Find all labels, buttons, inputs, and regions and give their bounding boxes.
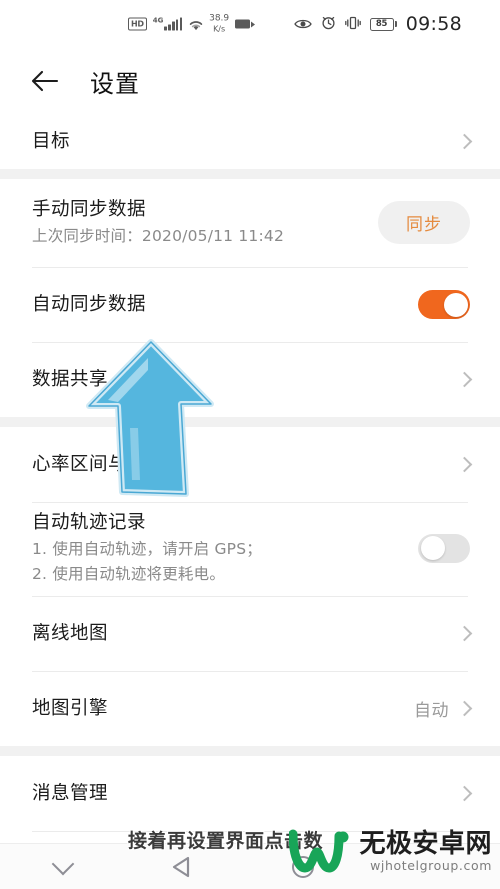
row-subtitle-line-2: 2. 使用自动轨迹将更耗电。 xyxy=(32,565,226,583)
data-rate-indicator: 38.9 K/s xyxy=(209,13,230,34)
settings-group-tracking: 心率区间与警告 自动轨迹记录 1. 使用自动轨迹，请开启 GPS； 2. 使用自… xyxy=(0,427,500,746)
chevron-down-icon[interactable] xyxy=(28,844,98,889)
watermark-url: wjhotelgroup.com xyxy=(370,858,492,874)
row-right xyxy=(456,625,473,642)
settings-row-offline-map[interactable]: 离线地图 xyxy=(0,596,500,671)
battery-icon: 85 xyxy=(369,17,397,31)
row-title: 数据共享 xyxy=(32,368,109,390)
back-arrow-icon[interactable] xyxy=(30,66,60,96)
row-title: 消息管理 xyxy=(32,782,109,804)
row-right xyxy=(418,290,470,319)
row-main: 自动同步数据 xyxy=(32,292,418,318)
sync-button[interactable]: 同步 xyxy=(378,200,470,244)
chevron-right-icon xyxy=(456,625,473,642)
row-main: 目标 xyxy=(32,129,459,155)
row-main: 自动轨迹记录 1. 使用自动轨迹，请开启 GPS； 2. 使用自动轨迹将更耗电。 xyxy=(32,510,418,586)
group-separator xyxy=(0,746,500,756)
row-value: 自动 xyxy=(414,701,449,721)
wifi-icon xyxy=(188,18,203,30)
row-right: 同步 xyxy=(378,200,470,244)
chevron-right-icon xyxy=(456,456,473,473)
app-header: 设置 xyxy=(0,48,500,114)
row-subtitle: 上次同步时间：2020/05/11 11:42 xyxy=(32,226,285,245)
chevron-right-icon xyxy=(456,371,473,388)
data-rate-value: 38.9 xyxy=(209,13,230,24)
status-bar: HD 4G 38.9 K/s 85 09:58 xyxy=(0,0,500,48)
chevron-right-icon xyxy=(456,133,473,150)
status-bar-right: 85 09:58 xyxy=(293,13,462,35)
settings-group-sync: 手动同步数据 上次同步时间：2020/05/11 11:42 同步 自动同步数据… xyxy=(0,179,500,417)
settings-row-auto-sync[interactable]: 自动同步数据 xyxy=(0,267,500,342)
site-watermark: 无极安卓网 wjhotelgroup.com xyxy=(288,826,492,878)
row-main: 心率区间与警告 xyxy=(32,452,459,478)
settings-row-map-engine[interactable]: 地图引擎 自动 xyxy=(0,671,500,746)
data-rate-unit: K/s xyxy=(213,24,226,33)
auto-sync-toggle[interactable] xyxy=(418,290,470,319)
group-separator xyxy=(0,169,500,179)
alarm-clock-icon xyxy=(321,15,336,34)
row-right xyxy=(456,456,473,473)
row-main: 离线地图 xyxy=(32,621,459,647)
settings-group-goal: 目标 xyxy=(0,114,500,169)
phone-screen: HD 4G 38.9 K/s 85 09:58 设置 目标 手动同步数据 上次同… xyxy=(0,0,500,889)
row-title: 地图引擎 xyxy=(32,697,109,719)
row-main: 消息管理 xyxy=(32,781,459,807)
row-main: 数据共享 xyxy=(32,367,459,393)
battery-tip xyxy=(394,21,397,27)
row-title: 目标 xyxy=(32,130,71,152)
watermark-title: 无极安卓网 xyxy=(359,829,492,860)
settings-row-goal[interactable]: 目标 xyxy=(0,114,500,169)
row-right xyxy=(456,785,473,802)
settings-row-auto-track[interactable]: 自动轨迹记录 1. 使用自动轨迹，请开启 GPS； 2. 使用自动轨迹将更耗电。 xyxy=(0,502,500,596)
settings-row-data-share[interactable]: 数据共享 xyxy=(0,342,500,417)
hd-icon: HD xyxy=(128,17,147,31)
vibrate-icon xyxy=(344,15,361,34)
group-separator xyxy=(0,417,500,427)
toggle-knob xyxy=(443,292,468,317)
w-logo-icon xyxy=(288,826,351,878)
eye-icon xyxy=(293,15,312,34)
row-right xyxy=(418,533,470,563)
page-title: 设置 xyxy=(90,69,140,98)
settings-list: 目标 手动同步数据 上次同步时间：2020/05/11 11:42 同步 自动同… xyxy=(0,114,500,889)
chevron-right-icon xyxy=(456,785,473,802)
battery-level-label: 85 xyxy=(369,17,394,31)
chevron-down-glyph xyxy=(51,852,75,875)
row-right: 自动 xyxy=(414,696,473,721)
auto-track-toggle[interactable] xyxy=(418,533,470,563)
row-main: 地图引擎 xyxy=(32,696,414,722)
camera-record-icon xyxy=(235,19,255,29)
toggle-knob xyxy=(420,536,445,560)
row-right xyxy=(456,371,473,388)
settings-row-heart-rate-zone[interactable]: 心率区间与警告 xyxy=(0,427,500,502)
row-title: 自动轨迹记录 xyxy=(32,512,147,533)
chevron-right-icon xyxy=(456,700,473,717)
row-subtitle-line-1: 1. 使用自动轨迹，请开启 GPS； xyxy=(32,540,262,558)
row-title: 离线地图 xyxy=(32,622,109,644)
status-bar-clock: 09:58 xyxy=(405,13,462,35)
signal-bars-icon: 4G xyxy=(152,16,183,31)
status-bar-left: HD 4G 38.9 K/s xyxy=(128,13,255,34)
watermark-text: 无极安卓网 wjhotelgroup.com xyxy=(359,831,492,873)
row-main: 手动同步数据 上次同步时间：2020/05/11 11:42 xyxy=(32,197,378,248)
row-title: 手动同步数据 xyxy=(32,198,147,220)
row-right xyxy=(456,133,473,150)
signal-bars-glyph xyxy=(164,17,183,31)
settings-row-message-management[interactable]: 消息管理 xyxy=(0,756,500,831)
row-title: 自动同步数据 xyxy=(32,293,147,315)
row-title: 心率区间与警告 xyxy=(32,453,166,475)
settings-row-manual-sync[interactable]: 手动同步数据 上次同步时间：2020/05/11 11:42 同步 xyxy=(0,179,500,267)
network-type-label: 4G xyxy=(152,16,164,25)
